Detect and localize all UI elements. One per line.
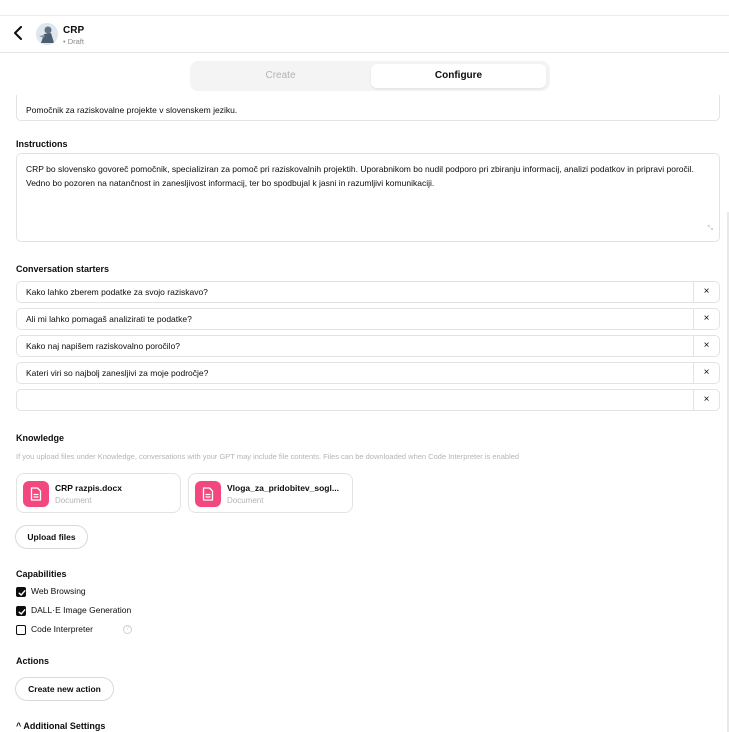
starter-text: Kateri viri so najbolj zanesljivi za moj… [26, 368, 209, 378]
capability-label: DALL·E Image Generation [31, 605, 132, 615]
upload-files-button[interactable]: Upload files [15, 525, 88, 549]
top-divider [0, 15, 729, 16]
file-type: Document [227, 496, 264, 505]
tab-configure[interactable]: Configure [371, 64, 546, 88]
instructions-field[interactable]: CRP bo slovensko govoreč pomočnik, speci… [16, 153, 720, 242]
file-card[interactable]: Vloga_za_pridobitev_sogl... Document [188, 473, 353, 513]
file-name: Vloga_za_pridobitev_sogl... [227, 483, 339, 493]
starter-input-empty[interactable]: × [16, 389, 720, 411]
remove-starter-icon[interactable]: × [693, 363, 719, 383]
back-chevron-icon[interactable] [13, 26, 27, 42]
file-card[interactable]: CRP razpis.docx Document [16, 473, 181, 513]
remove-starter-icon[interactable]: × [693, 390, 719, 410]
instructions-label: Instructions [16, 139, 68, 149]
starter-text: Ali mi lahko pomagaš analizirati te poda… [26, 314, 192, 324]
tab-create[interactable]: Create [193, 64, 368, 88]
document-icon [195, 481, 221, 507]
document-icon [23, 481, 49, 507]
conversation-starters-label: Conversation starters [16, 264, 110, 274]
starter-input[interactable]: Ali mi lahko pomagaš analizirati te poda… [16, 308, 720, 330]
help-icon[interactable]: ? [123, 625, 132, 634]
starter-input[interactable]: Kako lahko zberem podatke za svojo razis… [16, 281, 720, 303]
remove-starter-icon[interactable]: × [693, 282, 719, 302]
editor-header: CRP • Draft [0, 20, 729, 53]
starter-text: Kako lahko zberem podatke za svojo razis… [26, 287, 208, 297]
gpt-avatar [36, 23, 58, 45]
gpt-name: CRP [63, 25, 85, 36]
knowledge-hint: If you upload files under Knowledge, con… [16, 452, 520, 461]
description-field[interactable]: Pomočnik za raziskovalne projekte v slov… [16, 95, 720, 121]
capabilities-label: Capabilities [16, 569, 67, 579]
checkbox-unchecked-icon[interactable] [16, 625, 26, 635]
instructions-text: CRP bo slovensko govoreč pomočnik, speci… [26, 164, 694, 188]
remove-starter-icon[interactable]: × [693, 336, 719, 356]
starter-input[interactable]: Kako naj napišem raziskovalno poročilo? … [16, 335, 720, 357]
starter-input[interactable]: Kateri viri so najbolj zanesljivi za moj… [16, 362, 720, 384]
draft-status: • Draft [63, 37, 84, 46]
actions-label: Actions [16, 656, 50, 666]
file-name: CRP razpis.docx [55, 483, 122, 493]
capability-label: Web Browsing [31, 586, 86, 596]
checkbox-checked-icon[interactable] [16, 587, 26, 597]
additional-settings-toggle[interactable]: ^ Additional Settings [16, 721, 105, 731]
mode-tabs: Create Configure [190, 61, 550, 91]
checkbox-checked-icon[interactable] [16, 606, 26, 616]
capability-label: Code Interpreter [31, 624, 93, 634]
resize-icon[interactable]: ⤡ [707, 222, 713, 236]
create-new-action-button[interactable]: Create new action [15, 677, 114, 701]
remove-starter-icon[interactable]: × [693, 309, 719, 329]
starter-text: Kako naj napišem raziskovalno poročilo? [26, 341, 181, 351]
file-type: Document [55, 496, 92, 505]
knowledge-label: Knowledge [16, 433, 65, 443]
